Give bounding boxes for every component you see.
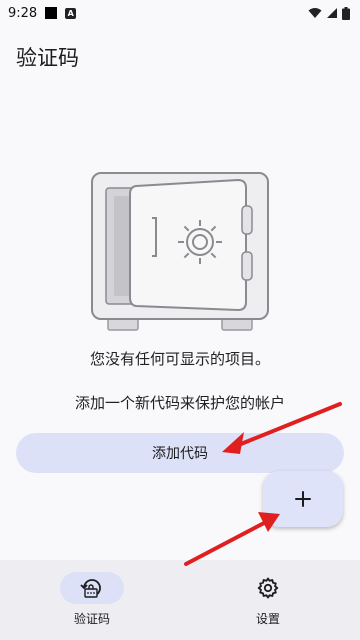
add-fab-button[interactable]: [263, 471, 343, 527]
status-time: 9:28: [8, 5, 38, 21]
nav-active-indicator: [60, 572, 124, 604]
a-badge-icon: A: [65, 7, 77, 19]
battery-icon: [342, 6, 350, 20]
safe-illustration: [91, 172, 269, 331]
signal-icon: [327, 8, 337, 18]
authenticator-icon: [80, 579, 101, 598]
bottom-navigation: 验证码 设置: [0, 560, 360, 640]
nav-settings-container: [236, 572, 300, 604]
nav-item-settings[interactable]: 设置: [218, 572, 318, 632]
status-left: 9:28 A: [8, 5, 77, 21]
nav-label-settings: 设置: [255, 612, 280, 626]
page-title: 验证码: [16, 46, 79, 70]
notification-square-icon: [45, 7, 58, 19]
nav-item-codes[interactable]: 验证码: [42, 572, 142, 632]
gear-icon: [257, 577, 279, 599]
empty-state-message: 您没有任何可显示的项目。: [89, 350, 270, 368]
wifi-icon: [308, 8, 322, 18]
nav-label-codes: 验证码: [73, 612, 110, 626]
empty-state-hint: 添加一个新代码来保护您的帐户: [74, 394, 285, 412]
status-bar: 9:28 A: [0, 0, 360, 26]
plus-icon: [295, 491, 311, 507]
status-right: [308, 6, 350, 20]
add-code-button[interactable]: 添加代码: [16, 433, 344, 473]
